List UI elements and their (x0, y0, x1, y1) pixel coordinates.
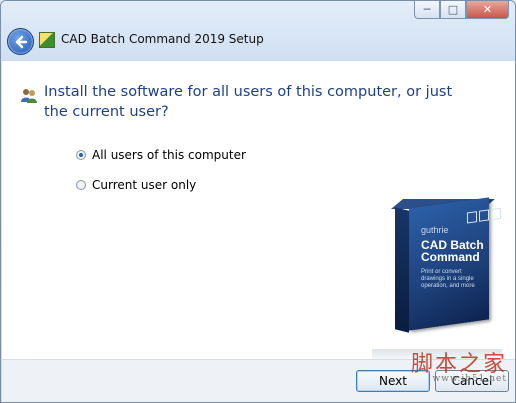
wizard-content: Install the software for all users of th… (2, 61, 515, 363)
setup-window: ─ □ ✕ CAD Batch Command 2019 Setup Insta… (0, 0, 516, 403)
radio-all-users[interactable] (76, 150, 86, 160)
maximize-button[interactable]: □ (440, 1, 466, 19)
product-brand: guthrie (421, 225, 449, 235)
arrow-left-icon (15, 35, 27, 48)
window-controls: ─ □ ✕ (414, 1, 509, 21)
option-current-user-label[interactable]: Current user only (92, 178, 196, 192)
maximize-icon: □ (447, 3, 459, 16)
option-all-users[interactable]: All users of this computer (76, 148, 246, 162)
logo-marks (467, 207, 501, 224)
app-icon (39, 32, 55, 48)
close-button[interactable]: ✕ (466, 1, 509, 19)
title-bar: ─ □ ✕ CAD Batch Command 2019 Setup (1, 1, 515, 61)
close-icon: ✕ (482, 3, 493, 16)
product-tagline: Print or convert drawings in a single op… (421, 269, 475, 289)
radio-current-user[interactable] (76, 180, 86, 190)
product-name: CAD Batch Command (421, 238, 484, 264)
back-button[interactable] (7, 28, 34, 55)
minimize-button[interactable]: ─ (414, 1, 440, 19)
site-watermark: 脚本之家 www.jb51.net (411, 346, 507, 384)
option-all-users-label[interactable]: All users of this computer (92, 148, 246, 162)
install-scope-question: Install the software for all users of th… (44, 84, 453, 120)
minimize-icon: ─ (423, 3, 431, 16)
product-box-image: guthrie CAD Batch Command Print or conve… (387, 197, 507, 349)
window-title: CAD Batch Command 2019 Setup (61, 32, 264, 46)
users-icon (21, 89, 37, 103)
watermark-text: 脚本之家 (410, 352, 507, 377)
option-current-user[interactable]: Current user only (76, 178, 196, 192)
